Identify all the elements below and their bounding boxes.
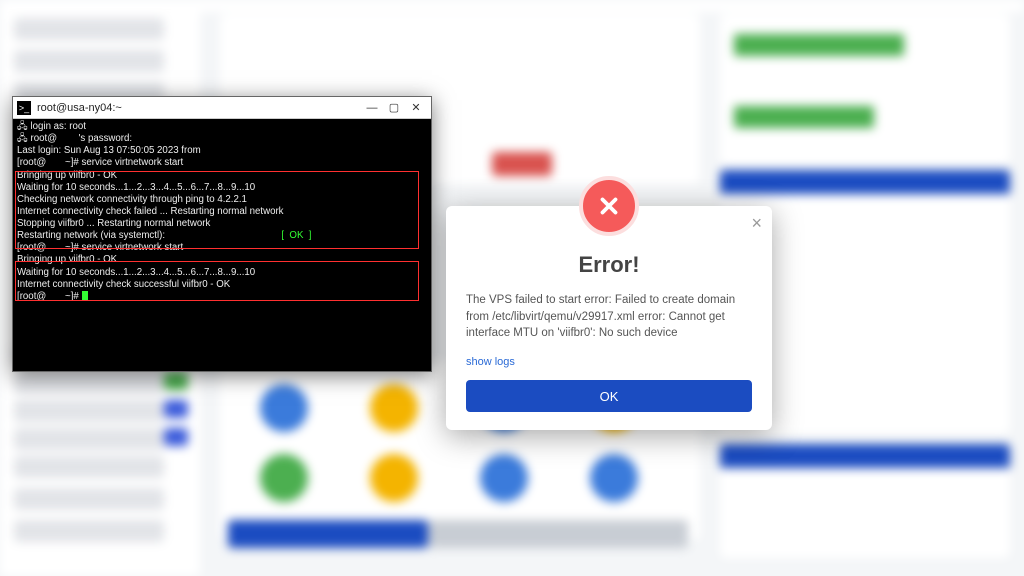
terminal-cursor xyxy=(82,291,88,301)
terminal-body[interactable]: 🖧 login as: root 🖧 root@ 's password: La… xyxy=(13,119,431,371)
putty-icon: 🖧 xyxy=(17,121,31,132)
minimize-button[interactable]: — xyxy=(361,100,383,116)
error-icon xyxy=(579,176,639,236)
terminal-title: root@usa-ny04:~ xyxy=(37,102,361,114)
modal-close-button[interactable]: × xyxy=(751,214,762,232)
terminal-icon: >_ xyxy=(17,101,31,115)
close-window-button[interactable]: ✕ xyxy=(405,100,427,116)
show-logs-link[interactable]: show logs xyxy=(466,356,515,368)
terminal-titlebar[interactable]: >_ root@usa-ny04:~ — ▢ ✕ xyxy=(13,97,431,119)
modal-title: Error! xyxy=(466,252,752,278)
putty-icon: 🖧 xyxy=(17,133,31,144)
modal-message: The VPS failed to start error: Failed to… xyxy=(466,292,752,342)
terminal-window: >_ root@usa-ny04:~ — ▢ ✕ 🖧 login as: roo… xyxy=(12,96,432,372)
maximize-button[interactable]: ▢ xyxy=(383,100,405,116)
ok-button[interactable]: OK xyxy=(466,380,752,412)
error-modal: × Error! The VPS failed to start error: … xyxy=(446,206,772,430)
